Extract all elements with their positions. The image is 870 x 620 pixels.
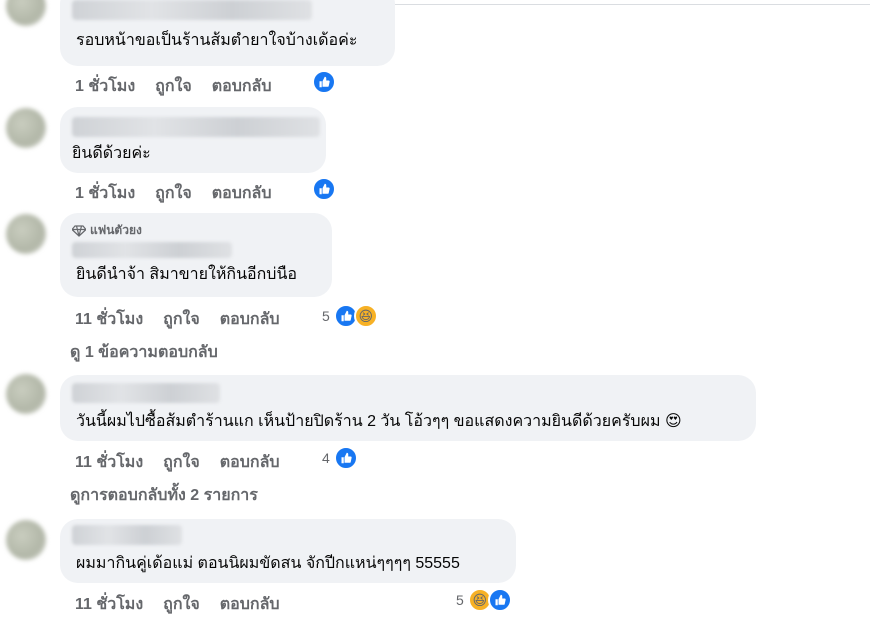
- avatar[interactable]: [6, 108, 46, 148]
- commenter-name-redacted[interactable]: [72, 242, 232, 258]
- commenter-name-redacted[interactable]: [72, 525, 182, 545]
- commenter-name-redacted[interactable]: [72, 117, 320, 137]
- avatar[interactable]: [6, 374, 46, 414]
- reaction-summary[interactable]: 5 😆: [322, 304, 378, 328]
- like-button[interactable]: ถูกใจ: [163, 592, 200, 617]
- heart-eyes-emoji: 😍: [664, 413, 682, 430]
- reaction-count: 5: [322, 308, 330, 324]
- commenter-name-redacted[interactable]: [72, 383, 220, 403]
- comment-time[interactable]: 11 ชั่วโมง: [75, 307, 143, 332]
- like-button[interactable]: ถูกใจ: [155, 74, 192, 99]
- like-button[interactable]: ถูกใจ: [163, 450, 200, 475]
- comment-text: ยินดีด้วยค่ะ: [72, 145, 151, 162]
- reply-button[interactable]: ตอบกลับ: [220, 307, 280, 332]
- comment-time[interactable]: 1 ชั่วโมง: [75, 181, 135, 206]
- like-icon: [312, 177, 336, 201]
- avatar[interactable]: [6, 214, 46, 254]
- divider: [320, 4, 870, 5]
- reaction-summary[interactable]: 5 😆: [456, 588, 512, 612]
- comment-bubble: ผมมากินคู่เด้อแม่ ตอนนิผมขัดสน จักปีกแหน…: [60, 519, 516, 583]
- reaction-count: 4: [322, 450, 330, 466]
- haha-icon: 😆: [353, 304, 378, 328]
- avatar[interactable]: [6, 520, 46, 560]
- comment-text: รอบหน้าขอเป็นร้านส้มตำยาใจบ้างเด้อค่ะ: [76, 32, 358, 49]
- like-icon: [487, 588, 512, 612]
- view-replies-link[interactable]: ดู 1 ข้อความตอบกลับ: [70, 340, 218, 365]
- comment-actions: 1 ชั่วโมง ถูกใจ ตอบกลับ: [75, 74, 272, 99]
- like-icon: [312, 70, 336, 94]
- comment-actions: 11 ชั่วโมง ถูกใจ ตอบกลับ: [75, 450, 280, 475]
- view-replies-link[interactable]: ดูการตอบกลับทั้ง 2 รายการ: [70, 483, 258, 508]
- reply-button[interactable]: ตอบกลับ: [212, 181, 272, 206]
- reaction-summary[interactable]: 4: [322, 446, 358, 470]
- like-icon: [333, 446, 358, 470]
- commenter-name-redacted[interactable]: [72, 0, 312, 20]
- comment-actions: 11 ชั่วโมง ถูกใจ ตอบกลับ: [75, 592, 280, 617]
- comment-actions: 1 ชั่วโมง ถูกใจ ตอบกลับ: [75, 181, 272, 206]
- avatar[interactable]: [6, 0, 46, 26]
- reply-button[interactable]: ตอบกลับ: [220, 450, 280, 475]
- badge-label: แฟนตัวยง: [90, 223, 142, 237]
- comment-bubble: รอบหน้าขอเป็นร้านส้มตำยาใจบ้างเด้อค่ะ: [60, 0, 395, 66]
- comment-text: วันนี้ผมไปซื้อส้มตำร้านแก เห็นป้ายปิดร้า…: [76, 411, 744, 433]
- comment-time[interactable]: 11 ชั่วโมง: [75, 592, 143, 617]
- reply-button[interactable]: ตอบกลับ: [220, 592, 280, 617]
- reaction-summary[interactable]: [312, 70, 336, 94]
- comment-text: ยินดีนำจ้า สิมาขายให้กินอีกบ่นือ: [76, 266, 298, 283]
- like-button[interactable]: ถูกใจ: [163, 307, 200, 332]
- reaction-summary[interactable]: [312, 177, 336, 201]
- comment-text: ผมมากินคู่เด้อแม่ ตอนนิผมขัดสน จักปีกแหน…: [76, 555, 460, 572]
- comment-bubble: แฟนตัวยง ยินดีนำจ้า สิมาขายให้กินอีกบ่นื…: [60, 213, 332, 297]
- like-button[interactable]: ถูกใจ: [155, 181, 192, 206]
- reaction-count: 5: [456, 592, 464, 608]
- reply-button[interactable]: ตอบกลับ: [212, 74, 272, 99]
- diamond-icon: [72, 224, 86, 237]
- top-fan-badge: แฟนตัวยง: [72, 221, 320, 240]
- comment-time[interactable]: 1 ชั่วโมง: [75, 74, 135, 99]
- comment-text-body: วันนี้ผมไปซื้อส้มตำร้านแก เห็นป้ายปิดร้า…: [76, 413, 661, 430]
- comment-bubble: วันนี้ผมไปซื้อส้มตำร้านแก เห็นป้ายปิดร้า…: [60, 375, 756, 441]
- comment-actions: 11 ชั่วโมง ถูกใจ ตอบกลับ: [75, 307, 280, 332]
- comment-time[interactable]: 11 ชั่วโมง: [75, 450, 143, 475]
- comment-bubble: ยินดีด้วยค่ะ: [60, 107, 326, 173]
